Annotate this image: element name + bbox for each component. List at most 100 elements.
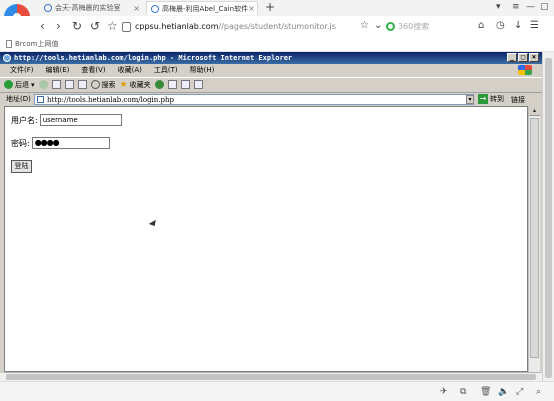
search-input[interactable]: 360搜索 [386,19,470,34]
reload-icon[interactable]: ↻ [72,18,82,34]
browser-horizontal-scrollbar[interactable] [0,373,542,381]
ie-window-controls: _ □ × [507,53,539,62]
go-arrow-icon: → [478,94,488,104]
tab-title: 高梅晨-利用Abel_Cain软件 [162,4,249,13]
scroll-up-icon[interactable]: ▴ [529,106,540,116]
tab-title: 会天-高梅晨的实验室 [55,4,121,12]
undo-icon[interactable]: ↺ [90,18,100,34]
mail-icon[interactable] [167,80,177,89]
restore-icon[interactable]: ▢ [540,2,549,12]
username-input[interactable]: username [39,114,122,126]
menu-edit[interactable]: 编辑(E) [46,65,70,75]
url-bar[interactable]: cppsu.hetianlab.com //pages/student/stum… [122,19,384,34]
tab-abel-cain[interactable]: 高梅晨-利用Abel_Cain软件 × [146,1,258,15]
screenshot-icon[interactable]: ⧉ [460,387,466,397]
favorite-star-icon[interactable]: ☆ [360,18,369,34]
forward-arrow-icon[interactable] [38,80,48,89]
menu-view[interactable]: 查看(V) [81,65,105,75]
trash-icon[interactable]: 🗑 [480,387,491,397]
back-arrow-icon [4,80,13,89]
dropdown-icon[interactable]: ▾ [31,81,35,89]
menu-icon[interactable]: ☰ [530,18,539,34]
ie-window-title: http://tools.hetianlab.com/login.php - M… [14,54,293,62]
tab-favicon-icon [151,4,159,13]
tab-favicon-icon [44,4,52,12]
list-icon[interactable]: ≡ [512,2,520,12]
refresh-icon[interactable] [64,80,74,89]
menu-favorites[interactable]: 收藏(A) [118,65,142,75]
tab-close-icon[interactable]: × [133,4,140,13]
ie-search-button[interactable]: 搜索 [90,80,116,90]
menu-tools[interactable]: 工具(T) [154,65,178,75]
search-placeholder: 360搜索 [398,22,430,31]
menu-help[interactable]: 帮助(H) [190,65,215,75]
ie-toolbar: 后退 ▾ 搜索 ★ 收藏夹 [0,77,542,91]
page-info-icon[interactable] [122,21,131,32]
ie-close-button[interactable]: × [529,53,539,62]
fullscreen-icon[interactable]: ⤢ [516,387,523,397]
bookmark-item[interactable]: Brcom上网值 [6,39,58,49]
screen: 会天-高梅晨的实验室 × 高梅晨-利用Abel_Cain软件 × + ▾ ≡ —… [0,0,554,401]
browser-vertical-scrollbar[interactable] [542,52,554,387]
star-icon: ★ [119,79,128,90]
sound-icon[interactable]: 🔈 [498,387,509,397]
print-icon[interactable] [180,80,190,89]
star-icon[interactable]: ☆ [107,18,118,34]
scroll-thumb[interactable] [545,58,552,378]
media-icon[interactable] [154,80,164,89]
search-engine-icon [386,22,395,31]
ie-vertical-scrollbar[interactable]: ▴ [528,106,540,372]
remote-desktop: http://tools.hetianlab.com/login.php - M… [0,52,542,387]
address-label: 地址(D) [6,95,31,103]
tab-lab-home[interactable]: 会天-高梅晨的实验室 × [40,1,144,15]
page-icon [37,96,44,103]
history-icon[interactable]: ◷ [496,18,505,34]
new-tab-button[interactable]: + [265,0,275,14]
url-domain: cppsu.hetianlab.com [135,22,219,31]
dropdown-icon[interactable]: ⌄ [374,18,382,34]
go-button[interactable]: → 转到 [478,94,504,104]
download-icon[interactable]: ↓ [514,18,522,34]
ie-menu-bar: 文件(F) 编辑(E) 查看(V) 收藏(A) 工具(T) 帮助(H) [0,64,542,76]
pin-icon[interactable]: ✈ [440,387,448,397]
minimize-icon[interactable]: — [526,2,535,12]
ie-icon [3,54,11,62]
password-label: 密码: [11,138,30,148]
tab-close-icon[interactable]: × [248,4,255,13]
password-row: 密码: ●●●● [11,137,110,149]
address-dropdown-button[interactable]: ▾ [466,95,474,104]
favorites-label: 收藏夹 [129,80,151,89]
links-button[interactable]: 链接 [511,95,525,105]
username-row: 用户名: username [11,114,122,126]
forward-icon[interactable]: › [56,18,61,34]
windows-logo-icon [518,65,532,75]
ie-address-input[interactable]: http://tools.hetianlab.com/login.php [34,94,474,105]
scroll-thumb[interactable] [6,374,536,380]
go-label: 转到 [490,95,504,103]
home-icon[interactable] [77,80,87,89]
zoom-icon[interactable]: ⌕ [536,387,541,397]
ie-minimize-button[interactable]: _ [507,53,517,62]
bookmarks-bar: Brcom上网值 [0,36,554,52]
ie-back-button[interactable]: 后退 ▾ [4,80,35,90]
browser-status-bar: ✈ ⧉ 🗑 🔈 ⤢ ⌕ [0,381,554,401]
url-path: //pages/student/stumonitor.js [218,22,336,31]
scroll-thumb[interactable] [530,118,539,358]
navigation-toolbar: ‹ › ↻ ↺ ☆ cppsu.hetianlab.com //pages/st… [0,16,554,36]
ie-address-bar: 地址(D) http://tools.hetianlab.com/login.p… [0,92,542,105]
ie-favorites-button[interactable]: ★ 收藏夹 [120,80,151,90]
menu-file[interactable]: 文件(F) [10,65,34,75]
shirt-icon[interactable]: ▾ [496,2,501,12]
document-icon [6,40,12,48]
login-button[interactable]: 登陆 [11,160,32,173]
ie-title-bar: http://tools.hetianlab.com/login.php - M… [0,52,542,64]
back-icon[interactable]: ‹ [40,18,45,34]
password-input[interactable]: ●●●● [31,137,110,149]
bookmark-label: Brcom上网值 [15,40,59,48]
stop-icon[interactable] [51,80,61,89]
page-content: 用户名: username 密码: ●●●● 登陆 [4,106,528,372]
extension-icon[interactable]: ⌂ [478,18,484,34]
mouse-cursor-icon [148,219,159,229]
edit-icon[interactable] [193,80,203,89]
ie-maximize-button[interactable]: □ [518,53,528,62]
